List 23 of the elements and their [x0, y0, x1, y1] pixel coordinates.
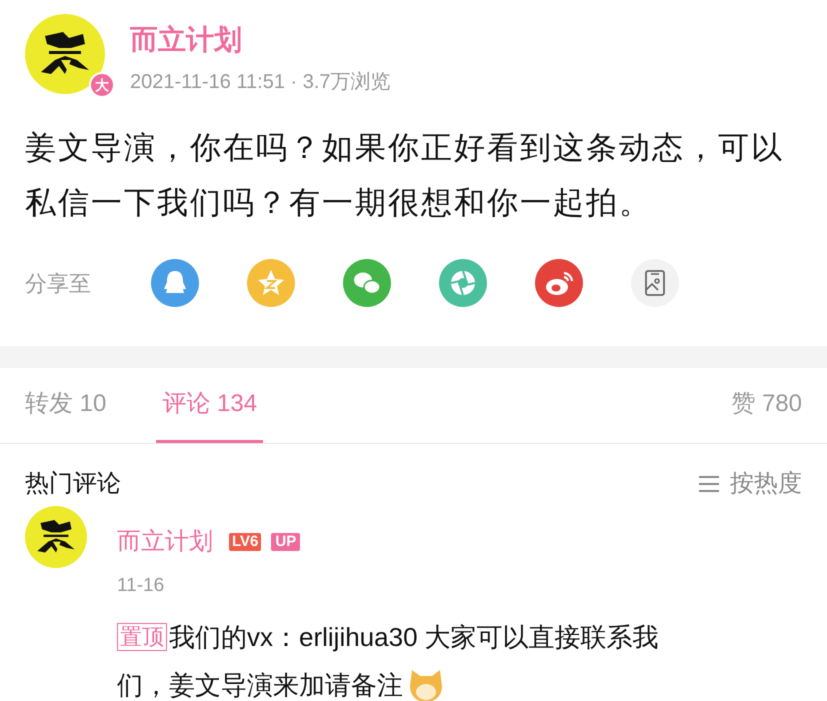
- comment-date: 11-16: [117, 574, 166, 598]
- comment-text: 们，姜文导演来加请备注: [117, 668, 403, 701]
- tab[interactable]: 评论 134: [156, 368, 264, 443]
- comment-text: 我们的vx：erlijihua30 大家可以直接联系我: [169, 620, 659, 654]
- sort-button[interactable]: 按热度: [698, 466, 802, 502]
- comment-author: 而立计划: [117, 527, 213, 557]
- menu-icon: [698, 475, 720, 493]
- level-badge: LV6: [229, 533, 262, 551]
- star-icon[interactable]: [247, 259, 295, 307]
- chat-bubbles-icon[interactable]: [343, 259, 391, 307]
- tab[interactable]: 赞 780: [731, 368, 802, 443]
- tab[interactable]: 转发 10: [25, 368, 106, 443]
- section-title: 热门评论: [25, 469, 121, 499]
- pinned-tag: 置顶: [117, 622, 167, 650]
- post-meta: 2021-11-16 11:51 · 3.7万浏览: [130, 70, 391, 95]
- picture-frame-icon[interactable]: [631, 259, 679, 307]
- role-badge: UP: [271, 533, 300, 551]
- penguin-icon[interactable]: [151, 259, 199, 307]
- aperture-icon[interactable]: [439, 259, 487, 307]
- author-name: 而立计划: [130, 23, 243, 57]
- post-text: 姜文导演，你在吗？如果你正好看到这条动态，可以私信一下我们吗？有一期很想和你一起拍。: [25, 129, 785, 222]
- verified-badge: 大: [89, 72, 115, 98]
- share-label: 分享至: [25, 270, 92, 298]
